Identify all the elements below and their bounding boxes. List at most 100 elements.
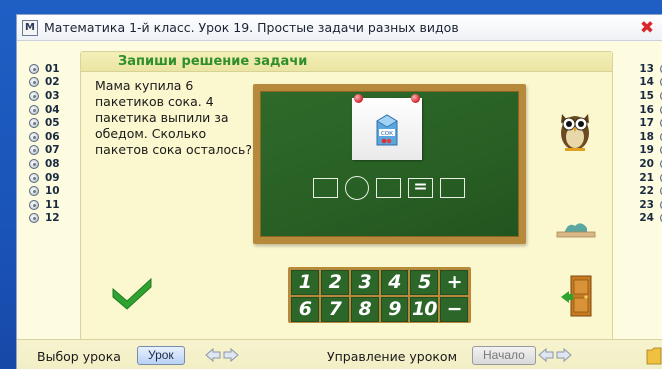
bottom-toolbar: Выбор урока Урок Управление уроком Начал… [17, 339, 662, 369]
keypad-key[interactable]: 5 [410, 270, 439, 295]
lesson-item-20[interactable]: 20 [622, 157, 662, 171]
radio-icon[interactable] [29, 158, 39, 169]
radio-icon[interactable] [29, 213, 39, 224]
lesson-item-22[interactable]: 22 [622, 184, 662, 198]
keypad-key[interactable]: 4 [380, 270, 409, 295]
lesson-item-24[interactable]: 24 [622, 212, 662, 226]
pin-icon [354, 94, 363, 103]
task-text: Мама купила 6 пакетиков сока. 4 пакетика… [95, 78, 253, 157]
lesson-number: 08 [45, 157, 60, 170]
lesson-number: 03 [45, 89, 60, 102]
lesson-number: 23 [639, 198, 654, 211]
start-button[interactable]: Начало [472, 346, 536, 365]
operator-slot[interactable] [345, 176, 369, 200]
lesson-item-02[interactable]: 02 [29, 76, 77, 90]
lesson-number: 15 [639, 89, 654, 102]
radio-icon[interactable] [29, 186, 39, 197]
lesson-item-16[interactable]: 16 [622, 103, 662, 117]
title-bar: M Математика 1-й класс. Урок 19. Простые… [17, 15, 662, 41]
control-next-arrow-icon[interactable] [556, 348, 572, 362]
lesson-list-right: 13 14 15 16 17 18 19 20 21 22 23 24 [622, 62, 662, 225]
lesson-select-label: Выбор урока [37, 349, 121, 364]
keypad-key[interactable]: 3 [350, 270, 379, 295]
juice-box-icon: СОК [376, 114, 398, 146]
lesson-item-01[interactable]: 01 [29, 62, 77, 76]
lesson-item-17[interactable]: 17 [622, 116, 662, 130]
radio-icon[interactable] [29, 77, 39, 88]
radio-icon[interactable] [29, 90, 39, 101]
chalkboard: СОК = [253, 84, 526, 244]
keypad-key[interactable]: 2 [320, 270, 349, 295]
keypad-key[interactable]: + [440, 270, 468, 295]
lesson-number: 18 [639, 130, 654, 143]
lesson-item-19[interactable]: 19 [622, 144, 662, 158]
lesson-item-07[interactable]: 07 [29, 144, 77, 158]
lesson-item-14[interactable]: 14 [622, 76, 662, 90]
exit-door-icon[interactable] [559, 274, 593, 318]
result-slot[interactable] [440, 178, 465, 198]
equals-sign: = [408, 178, 433, 198]
lesson-item-03[interactable]: 03 [29, 89, 77, 103]
panel-header: Запиши решение задачи [81, 52, 612, 72]
owl-icon [561, 114, 589, 151]
lesson-item-06[interactable]: 06 [29, 130, 77, 144]
answer-slot-1[interactable] [313, 178, 338, 198]
lesson-item-05[interactable]: 05 [29, 116, 77, 130]
lesson-item-08[interactable]: 08 [29, 157, 77, 171]
lesson-number: 19 [639, 144, 654, 157]
lesson-number: 07 [45, 144, 60, 157]
lesson-item-12[interactable]: 12 [29, 212, 77, 226]
keypad-key[interactable]: 6 [291, 297, 319, 322]
radio-icon[interactable] [29, 63, 39, 74]
keypad-key[interactable]: 7 [320, 297, 349, 322]
check-answer-icon[interactable] [111, 275, 153, 311]
lesson-number: 01 [45, 62, 60, 75]
lesson-number: 14 [639, 76, 654, 89]
juice-picture-card: СОК [352, 94, 422, 160]
lesson-next-arrow-icon[interactable] [223, 348, 239, 362]
number-keypad: 1 2 3 4 5 +6 7 8 9 10− [288, 267, 471, 323]
radio-icon[interactable] [29, 104, 39, 115]
window-title: Математика 1-й класс. Урок 19. Простые з… [44, 20, 459, 35]
lesson-item-09[interactable]: 09 [29, 171, 77, 185]
chalkboard-surface: СОК = [260, 91, 519, 237]
radio-icon[interactable] [29, 131, 39, 142]
keypad-key[interactable]: 8 [350, 297, 379, 322]
keypad-key[interactable]: 10 [410, 297, 439, 322]
keypad-key[interactable]: 9 [380, 297, 409, 322]
control-prev-arrow-icon[interactable] [538, 348, 554, 362]
radio-icon[interactable] [29, 145, 39, 156]
lesson-item-10[interactable]: 10 [29, 184, 77, 198]
lesson-number: 20 [639, 157, 654, 170]
app-window: M Математика 1-й класс. Урок 19. Простые… [16, 14, 662, 369]
lesson-button[interactable]: Урок [137, 346, 185, 365]
radio-icon[interactable] [29, 172, 39, 183]
radio-icon[interactable] [29, 199, 39, 210]
lesson-item-21[interactable]: 21 [622, 171, 662, 185]
pin-icon [411, 94, 420, 103]
lesson-prev-arrow-icon[interactable] [205, 348, 221, 362]
lesson-item-11[interactable]: 11 [29, 198, 77, 212]
lesson-item-18[interactable]: 18 [622, 130, 662, 144]
lesson-item-15[interactable]: 15 [622, 89, 662, 103]
lesson-item-04[interactable]: 04 [29, 103, 77, 117]
task-panel: Запиши решение задачи Мама купила 6 паке… [80, 51, 613, 341]
lesson-number: 13 [639, 62, 654, 75]
panel-title: Запиши решение задачи [118, 54, 308, 69]
juice-box-label: СОК [381, 131, 393, 137]
lesson-number: 24 [639, 212, 654, 225]
keypad-key[interactable]: 1 [291, 270, 319, 295]
lesson-number: 16 [639, 103, 654, 116]
lesson-number: 17 [639, 117, 654, 130]
lesson-number: 05 [45, 117, 60, 130]
radio-icon[interactable] [29, 118, 39, 129]
lesson-item-23[interactable]: 23 [622, 198, 662, 212]
folder-icon[interactable] [646, 345, 662, 365]
answer-slot-2[interactable] [376, 178, 401, 198]
keypad-key[interactable]: − [440, 297, 468, 322]
lesson-item-13[interactable]: 13 [622, 62, 662, 76]
lesson-number: 11 [45, 198, 60, 211]
close-icon[interactable]: ✖ [638, 19, 656, 37]
answer-equation: = [313, 176, 465, 200]
lesson-number: 10 [45, 185, 60, 198]
